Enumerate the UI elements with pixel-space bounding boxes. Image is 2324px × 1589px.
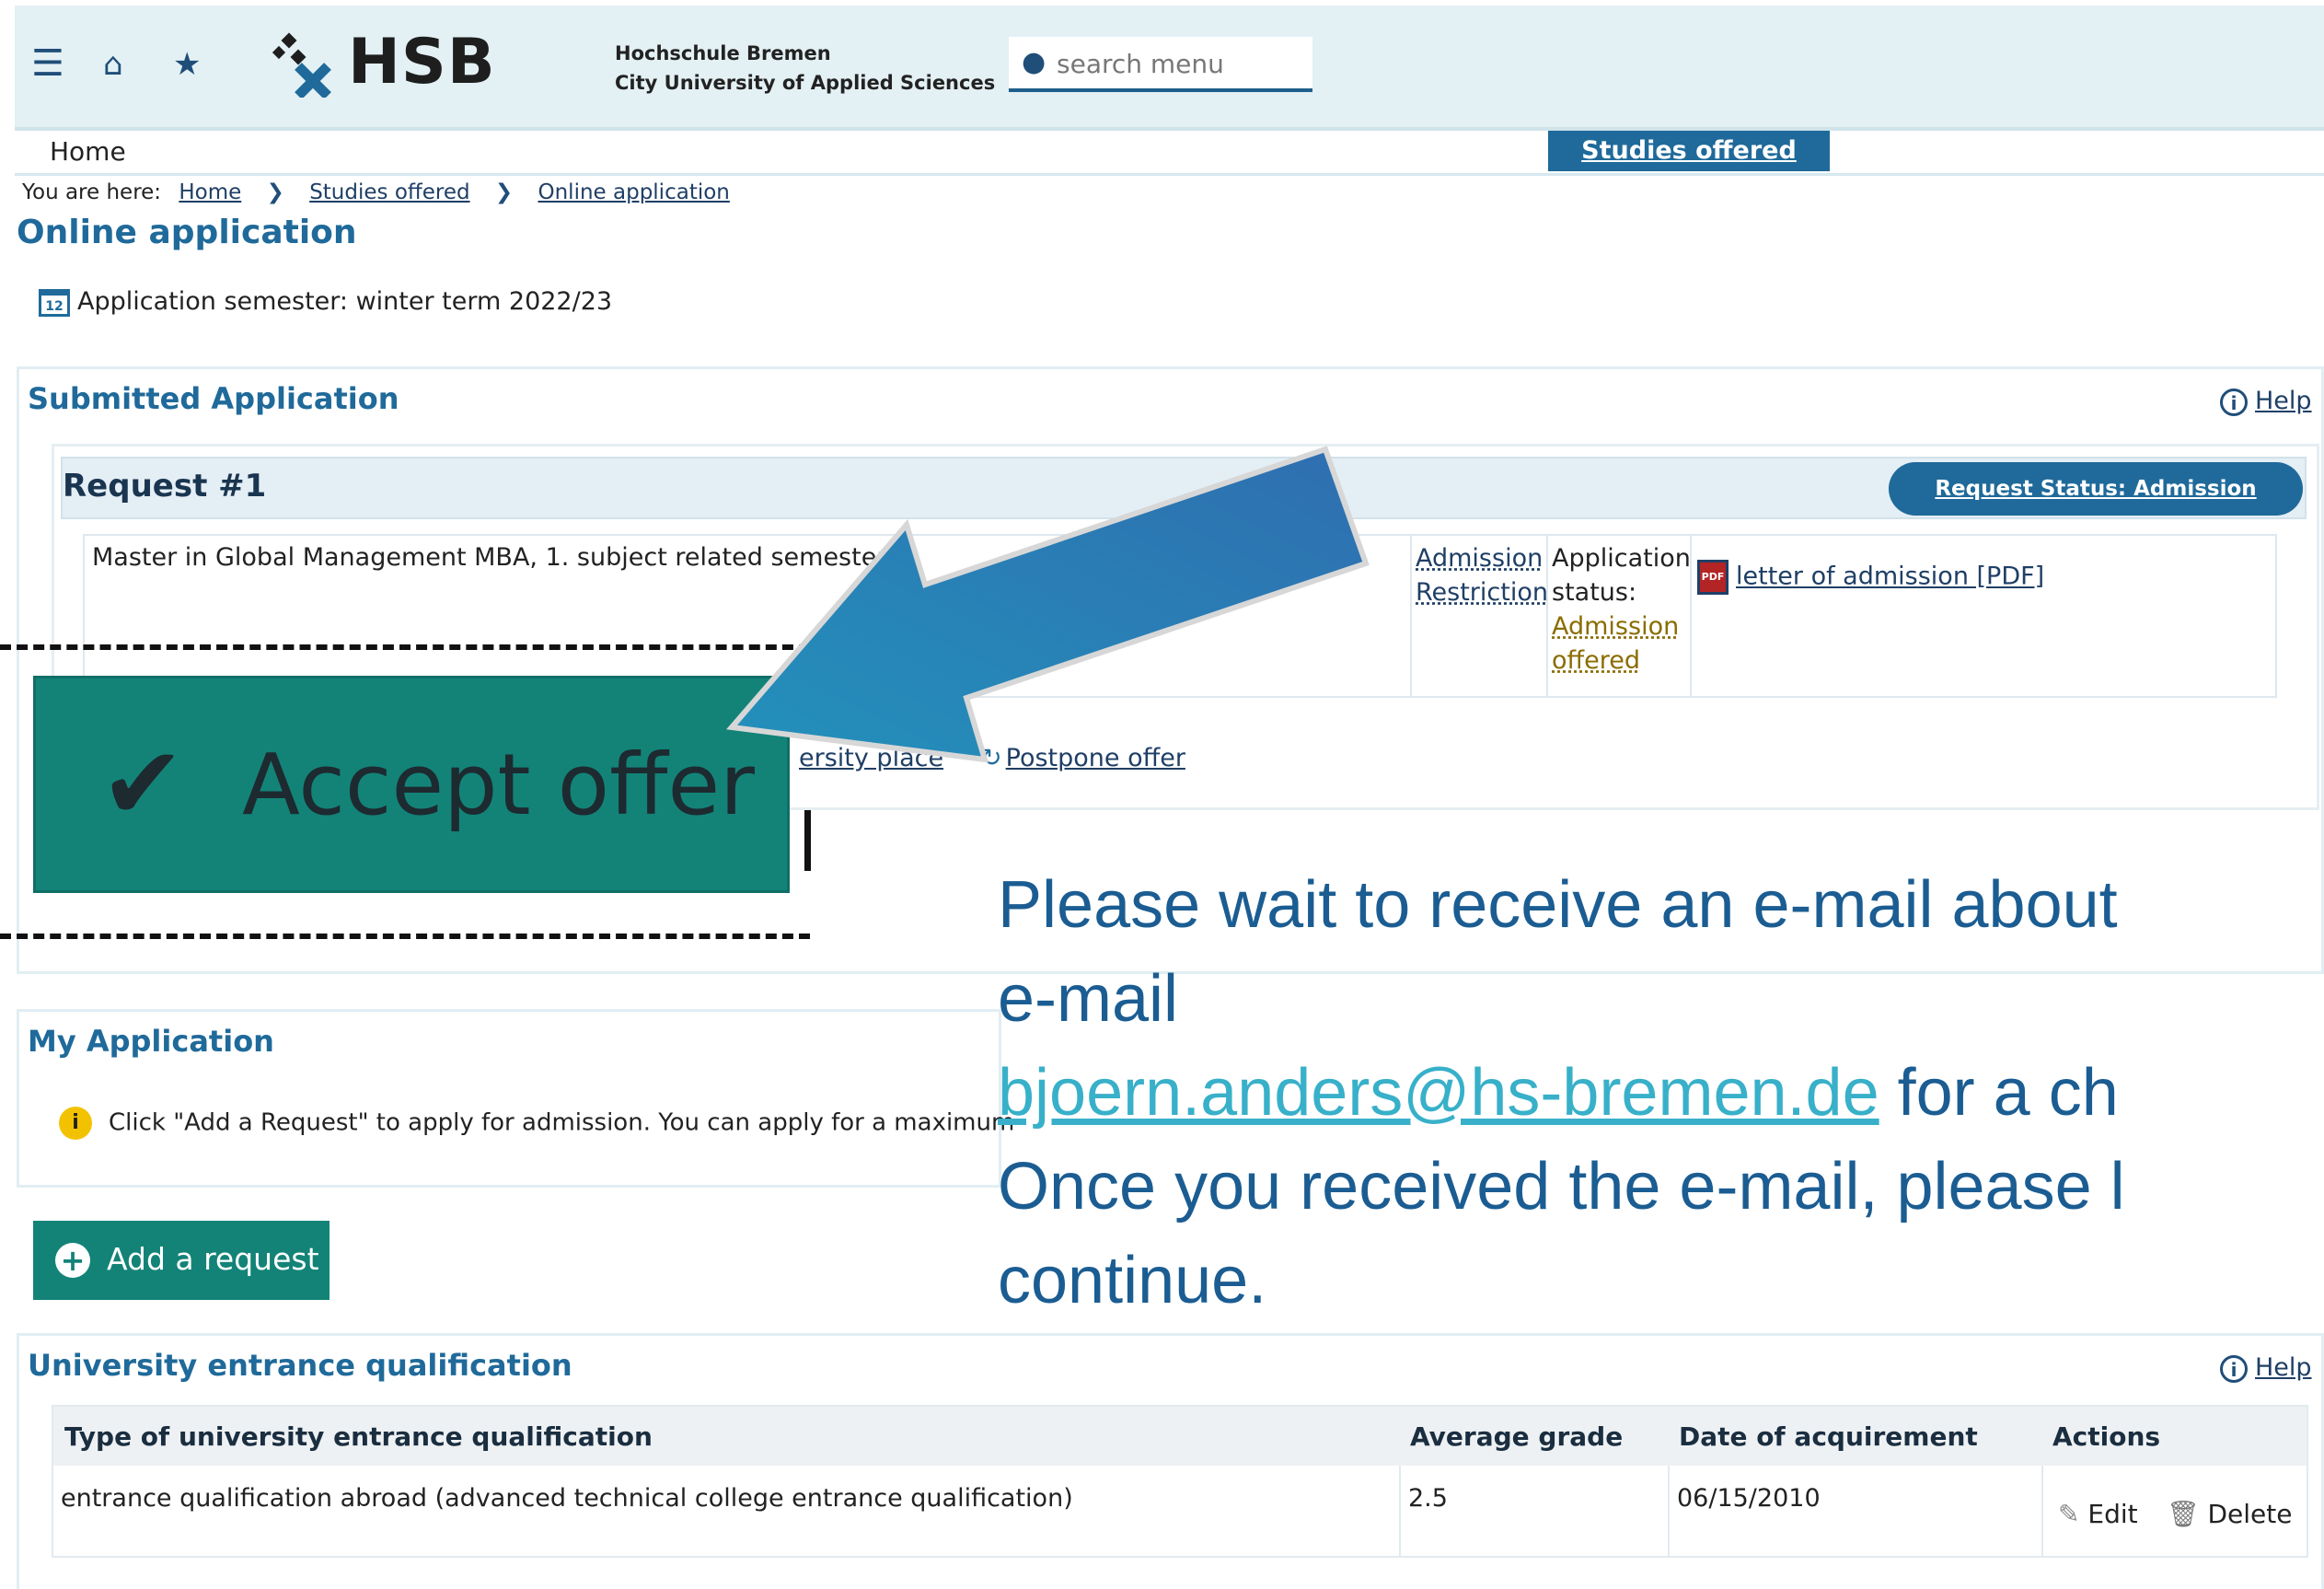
trash-icon: 🗑 xyxy=(2167,1499,2200,1529)
edit-button[interactable]: ✎ Edit xyxy=(2058,1499,2138,1529)
delete-button[interactable]: 🗑 Delete xyxy=(2167,1499,2292,1529)
instruction-line4: Once you received the e-mail, please l xyxy=(998,1150,2125,1224)
letter-of-admission-link[interactable]: PDF letter of admission [PDF] xyxy=(1697,560,2044,595)
column-header-date: Date of acquirement xyxy=(1679,1421,1978,1452)
instruction-line1: Please wait to receive an e-mail about xyxy=(998,868,2118,942)
university-name-line1: Hochschule Bremen xyxy=(615,42,831,64)
column-divider xyxy=(1399,1466,1401,1558)
logo-text[interactable]: HSB xyxy=(348,26,496,99)
menu-icon[interactable]: ☰ xyxy=(31,42,64,85)
my-application-message: i Click "Add a Request" to apply for admi… xyxy=(59,1107,1014,1140)
nav-row: Home Studies offered xyxy=(15,131,2324,176)
application-status: Application status: Admission offered xyxy=(1552,541,1699,678)
edit-label: Edit xyxy=(2087,1499,2138,1529)
breadcrumb: You are here: Home ❯ Studies offered ❯ O… xyxy=(22,180,730,204)
breadcrumb-prefix: You are here: xyxy=(22,180,162,204)
delete-label: Delete xyxy=(2207,1499,2293,1529)
column-divider xyxy=(1410,536,1412,696)
search-icon: ● xyxy=(1022,46,1046,78)
plus-circle-icon: + xyxy=(55,1243,90,1278)
instruction-line2: e-mail xyxy=(998,962,1179,1036)
application-semester: 12 Application semester: winter term 2022… xyxy=(39,287,612,317)
column-header-grade: Average grade xyxy=(1410,1421,1624,1452)
column-divider xyxy=(1546,536,1548,696)
submitted-application-title: Submitted Application xyxy=(28,381,399,416)
top-header: ☰ ⌂ ★ HSB Hochschule Bremen City Univers… xyxy=(15,6,2324,131)
pdf-icon: PDF xyxy=(1697,560,1729,595)
help-label: Help xyxy=(2255,1353,2312,1382)
my-application-text: Click "Add a Request" to apply for admis… xyxy=(109,1108,1015,1137)
my-application-title: My Application xyxy=(28,1024,274,1059)
university-name-line2: City University of Applied Sciences xyxy=(615,72,996,94)
instruction-line3: for a ch xyxy=(1879,1056,2119,1130)
column-header-type: Type of university entrance qualificatio… xyxy=(64,1421,653,1452)
nav-home[interactable]: Home xyxy=(50,136,126,167)
calendar-icon: 12 xyxy=(39,288,70,317)
qualification-table: Type of university entrance qualificatio… xyxy=(52,1405,2308,1558)
qualification-help-link[interactable]: i Help xyxy=(2220,1353,2312,1383)
submitted-help-link[interactable]: i Help xyxy=(2220,387,2312,416)
home-icon[interactable]: ⌂ xyxy=(103,46,123,83)
email-link[interactable]: bjoern.anders@hs-bremen.de xyxy=(998,1056,1879,1130)
star-icon[interactable]: ★ xyxy=(173,46,201,83)
column-divider xyxy=(1668,1466,1670,1558)
application-status-label: Application status: xyxy=(1552,544,1691,607)
nav-studies-offered[interactable]: Studies offered xyxy=(1548,131,1830,171)
admission-restriction-link[interactable]: Admission Restriction xyxy=(1416,541,1554,609)
university-name: Hochschule Bremen City University of App… xyxy=(615,39,995,98)
search-placeholder: search menu xyxy=(1057,49,1224,79)
refresh-icon: ↻ xyxy=(981,744,1002,772)
breadcrumb-online-application[interactable]: Online application xyxy=(538,180,730,204)
pencil-icon: ✎ xyxy=(2058,1499,2080,1529)
info-icon: i xyxy=(2220,388,2248,416)
instruction-overlay: Please wait to receive an e-mail about e… xyxy=(998,858,2324,1328)
application-status-value[interactable]: Admission offered xyxy=(1552,612,1679,675)
table-header: Type of university entrance qualificatio… xyxy=(53,1407,2307,1466)
add-request-button[interactable]: + Add a request xyxy=(33,1221,330,1300)
page-title: Online application xyxy=(17,214,357,251)
degree-program: Master in Global Management MBA, 1. subj… xyxy=(92,543,887,572)
accept-offer-label: Accept offer xyxy=(242,736,755,834)
help-label: Help xyxy=(2255,387,2312,415)
chevron-right-icon: ❯ xyxy=(494,180,514,204)
add-request-label: Add a request xyxy=(107,1241,319,1277)
column-divider xyxy=(1690,536,1692,696)
date-of-acquirement: 06/15/2010 xyxy=(1677,1484,1821,1513)
qualification-type: entrance qualification abroad (advanced … xyxy=(61,1484,1073,1513)
hsb-logo-icon[interactable] xyxy=(271,31,335,98)
breadcrumb-home[interactable]: Home xyxy=(179,180,241,204)
postpone-offer-link[interactable]: ↻ Postpone offer xyxy=(981,744,1185,772)
request-title: Request #1 xyxy=(63,468,267,505)
qualification-title: University entrance qualification xyxy=(28,1348,572,1383)
breadcrumb-studies-offered[interactable]: Studies offered xyxy=(309,180,469,204)
checkmark-icon: ✔ xyxy=(100,725,186,842)
letter-label: letter of admission [PDF] xyxy=(1736,562,2045,591)
semester-text: Application semester: winter term 2022/2… xyxy=(77,287,613,316)
search-input[interactable]: ● search menu xyxy=(1009,37,1312,92)
column-header-actions: Actions xyxy=(2052,1421,2161,1452)
warning-info-icon: i xyxy=(59,1107,92,1140)
callout-frame-edge xyxy=(804,810,811,871)
chevron-right-icon: ❯ xyxy=(266,180,284,204)
accept-offer-button[interactable]: ✔ Accept offer xyxy=(33,676,790,893)
average-grade: 2.5 xyxy=(1408,1484,1448,1513)
instruction-line5: continue. xyxy=(998,1244,1267,1317)
column-divider xyxy=(2041,1466,2043,1558)
request-status-badge[interactable]: Request Status: Admission offered xyxy=(1889,462,2303,554)
accept-university-place-link[interactable]: ersity place xyxy=(799,744,943,772)
info-icon: i xyxy=(2220,1354,2248,1383)
postpone-label: Postpone offer xyxy=(1005,744,1185,772)
